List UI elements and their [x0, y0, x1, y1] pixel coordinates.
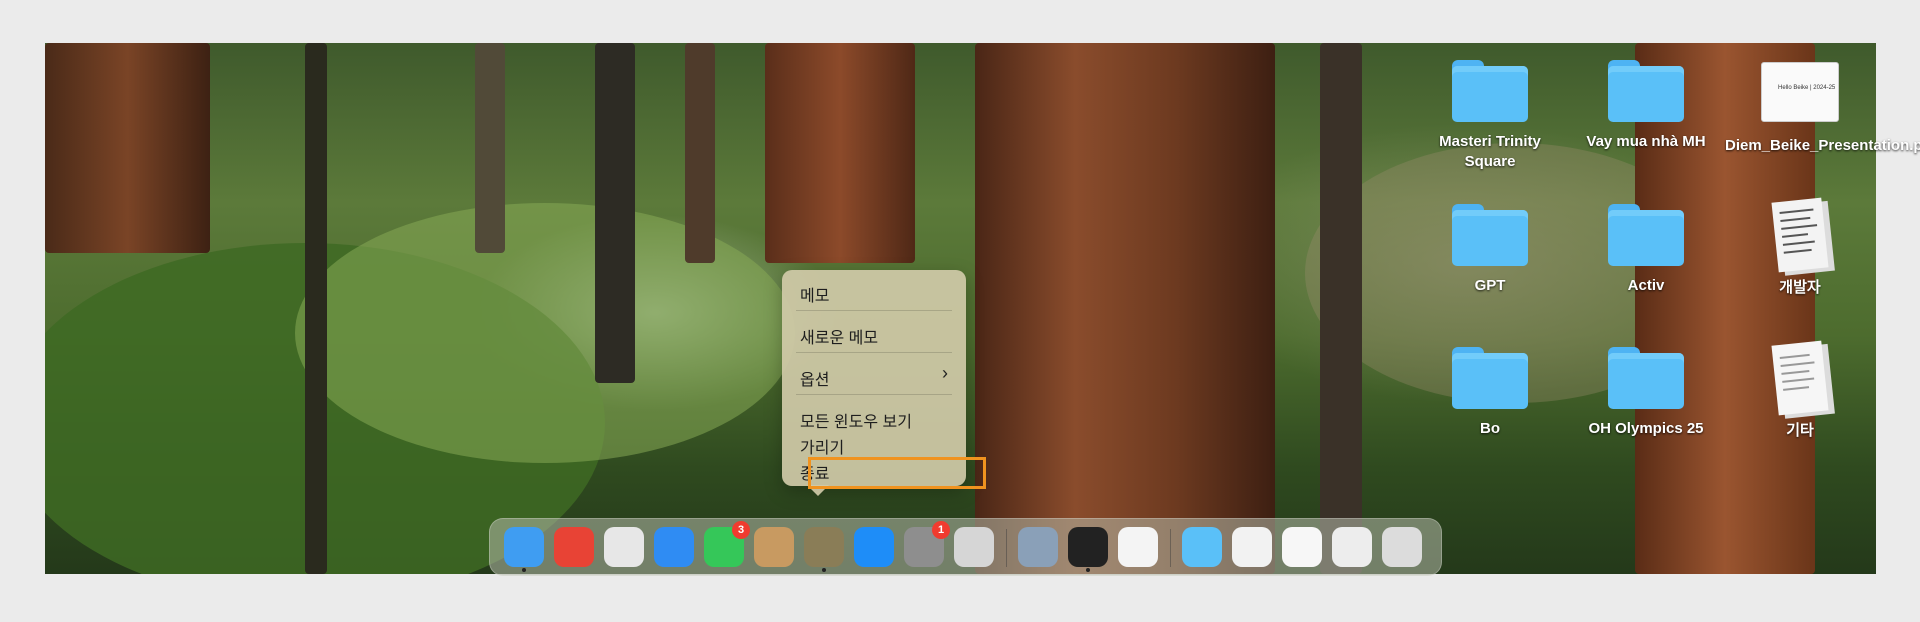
menu-separator — [796, 310, 952, 311]
tree-trunk — [475, 43, 505, 253]
chevron-right-icon: › — [942, 363, 948, 383]
highlight-box — [808, 457, 986, 489]
foliage — [295, 203, 795, 463]
desktop-folder-oh-olympics[interactable]: OH Olympics 25 — [1571, 347, 1721, 439]
safari-icon[interactable] — [654, 527, 694, 567]
desktop-folder-bo[interactable]: Bo — [1415, 347, 1565, 439]
desktop-folder-masteri[interactable]: Masteri Trinity Square — [1415, 60, 1565, 172]
tree-trunk — [685, 43, 715, 263]
menu-item-options[interactable]: 옵션 — [800, 366, 829, 390]
document-icon — [1771, 340, 1829, 416]
desktop-file-developer[interactable]: 개발자 — [1725, 197, 1875, 298]
menu-item-show-all-windows[interactable]: 모든 윈도우 보기 — [800, 408, 912, 432]
menu-item-new-memo[interactable]: 새로운 메모 — [800, 324, 878, 348]
iphone-mirroring-icon[interactable] — [954, 527, 994, 567]
presentation-thumbnail-icon: Hello Beike | 2024-25 — [1761, 62, 1839, 122]
dock-context-menu: 메모 새로운 메모 옵션 › 모든 윈도우 보기 가리기 종료 — [782, 270, 966, 486]
trash-icon[interactable] — [1382, 527, 1422, 567]
desktop-folder-gpt[interactable]: GPT — [1415, 204, 1565, 296]
desktop-file-presentation[interactable]: Hello Beike | 2024-25 Diem_Beike_Present… — [1725, 62, 1920, 156]
desktop-icon-label: GPT — [1474, 277, 1506, 294]
preview-icon[interactable] — [1018, 527, 1058, 567]
running-indicator — [1086, 568, 1090, 572]
dock-separator — [1170, 529, 1171, 567]
desktop-file-other[interactable]: 기타 — [1725, 340, 1875, 441]
tree-trunk — [765, 43, 915, 263]
folder-icon — [1608, 204, 1684, 268]
desktop-icon-label: 개발자 — [1779, 279, 1821, 296]
system-settings-icon[interactable]: 1 — [904, 521, 950, 567]
textedit-icon[interactable] — [1118, 527, 1158, 567]
folder-icon — [1608, 60, 1684, 124]
launchpad-icon[interactable] — [604, 527, 644, 567]
menu-separator — [796, 352, 952, 353]
folder-icon — [1452, 204, 1528, 268]
thumbnail-text: Hello Beike | 2024-25 — [1778, 85, 1836, 91]
chrome-icon[interactable] — [554, 527, 594, 567]
document-stack-icon-3[interactable] — [1332, 527, 1372, 567]
folder-icon — [1452, 347, 1528, 411]
desktop-icon-label: Activ — [1627, 277, 1665, 294]
document-stack-icon-1[interactable] — [1232, 527, 1272, 567]
contacts-icon[interactable] — [754, 527, 794, 567]
dock: 31 — [489, 518, 1442, 576]
menu-item-hide[interactable]: 가리기 — [800, 434, 844, 458]
finder-icon[interactable] — [504, 527, 544, 572]
folder-icon — [1452, 60, 1528, 124]
activity-monitor-icon[interactable] — [1068, 527, 1108, 572]
desktop-icon-label: Vay mua nhà MH — [1586, 133, 1706, 150]
desktop-folder-vay[interactable]: Vay mua nhà MH — [1571, 60, 1721, 152]
desktop-icon-label: 기타 — [1786, 422, 1814, 439]
folder-stack-icon[interactable] — [1182, 527, 1222, 567]
notification-badge: 1 — [932, 521, 950, 539]
desktop-icon-label: OH Olympics 25 — [1588, 420, 1704, 437]
document-icon — [1771, 197, 1829, 273]
running-indicator — [522, 568, 526, 572]
desktop-icon-label: Bo — [1480, 420, 1500, 437]
tree-trunk — [595, 43, 635, 383]
tree-trunk — [975, 43, 1275, 574]
tree-trunk — [1320, 43, 1362, 574]
folder-icon — [1608, 347, 1684, 411]
tree-trunk — [45, 43, 210, 253]
running-indicator — [822, 568, 826, 572]
notes-icon[interactable] — [804, 527, 844, 572]
menu-separator — [796, 394, 952, 395]
tree-trunk — [305, 43, 327, 574]
desktop-icon-label: Diem_Beike_Presentation.pptx — [1725, 137, 1920, 154]
messages-icon[interactable]: 3 — [704, 521, 750, 567]
desktop-icon-label: Masteri Trinity Square — [1439, 133, 1541, 170]
menu-item-memo[interactable]: 메모 — [800, 282, 829, 306]
dock-separator — [1006, 529, 1007, 567]
desktop-folder-activ[interactable]: Activ — [1571, 204, 1721, 296]
app-store-icon[interactable] — [854, 527, 894, 567]
notification-badge: 3 — [732, 521, 750, 539]
document-stack-icon-2[interactable] — [1282, 527, 1322, 567]
